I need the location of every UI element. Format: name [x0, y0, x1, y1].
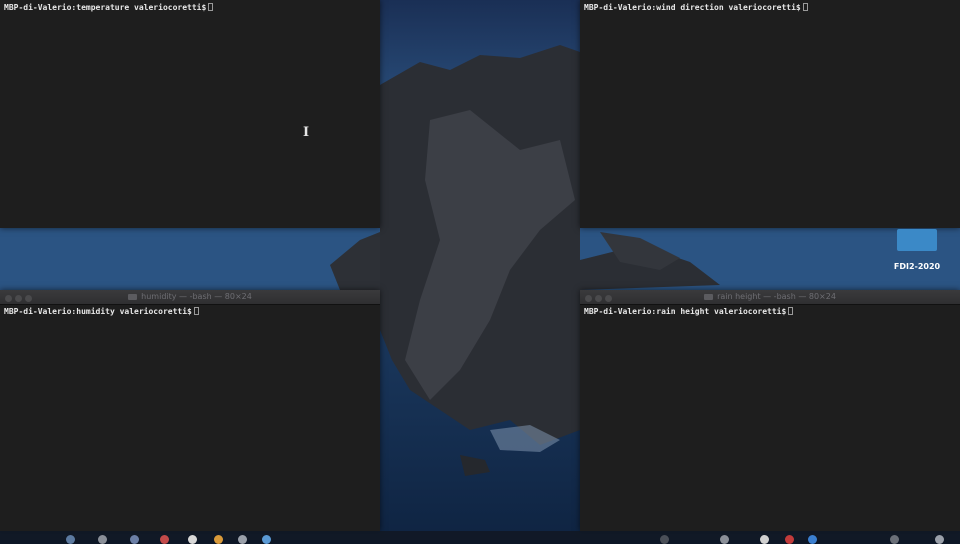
window-title: rain height — -bash — 80×24: [717, 292, 836, 301]
folder-icon: [704, 294, 714, 300]
text-cursor: [788, 307, 794, 315]
desktop-folder-label[interactable]: FDI2-2020: [880, 262, 954, 271]
terminal-body[interactable]: MBP-di-Valerio:temperature valeriocorett…: [0, 0, 380, 228]
close-window-icon[interactable]: [5, 295, 12, 302]
close-window-icon[interactable]: [585, 295, 592, 302]
terminal-prompt: MBP-di-Valerio:humidity valeriocoretti$: [4, 307, 192, 316]
window-titlebar[interactable]: humidity — -bash — 80×24: [0, 290, 380, 305]
terminal-body[interactable]: MBP-di-Valerio:humidity valeriocoretti$: [0, 304, 380, 531]
terminal-window-temperature[interactable]: MBP-di-Valerio:temperature valeriocorett…: [0, 0, 380, 228]
terminal-window-rain-height[interactable]: rain height — -bash — 80×24 MBP-di-Valer…: [580, 290, 960, 531]
terminal-prompt: MBP-di-Valerio:temperature valeriocorett…: [4, 3, 207, 12]
window-titlebar[interactable]: rain height — -bash — 80×24: [580, 290, 960, 305]
terminal-prompt-line: MBP-di-Valerio:temperature valeriocorett…: [4, 2, 376, 13]
terminal-prompt-line: MBP-di-Valerio:humidity valeriocoretti$: [4, 306, 376, 317]
text-cursor: [208, 3, 214, 11]
i-beam-cursor-icon: I: [303, 125, 310, 140]
zoom-window-icon[interactable]: [605, 295, 612, 302]
terminal-window-wind-direction[interactable]: MBP-di-Valerio:wind direction valeriocor…: [580, 0, 960, 228]
terminal-prompt-line: MBP-di-Valerio:rain height valeriocorett…: [584, 306, 956, 317]
minimize-window-icon[interactable]: [15, 295, 22, 302]
terminal-body[interactable]: MBP-di-Valerio:rain height valeriocorett…: [580, 304, 960, 531]
window-title: humidity — -bash — 80×24: [141, 292, 252, 301]
terminal-prompt-line: MBP-di-Valerio:wind direction valeriocor…: [584, 2, 956, 13]
terminal-window-humidity[interactable]: humidity — -bash — 80×24 MBP-di-Valerio:…: [0, 290, 380, 531]
dock: [0, 531, 960, 544]
zoom-window-icon[interactable]: [25, 295, 32, 302]
folder-icon: [128, 294, 138, 300]
minimize-window-icon[interactable]: [595, 295, 602, 302]
desktop-folder-icon[interactable]: [897, 229, 937, 251]
terminal-prompt: MBP-di-Valerio:wind direction valeriocor…: [584, 3, 801, 12]
terminal-body[interactable]: MBP-di-Valerio:wind direction valeriocor…: [580, 0, 960, 228]
text-cursor: [193, 307, 199, 315]
terminal-prompt: MBP-di-Valerio:rain height valeriocorett…: [584, 307, 787, 316]
text-cursor: [802, 3, 808, 11]
